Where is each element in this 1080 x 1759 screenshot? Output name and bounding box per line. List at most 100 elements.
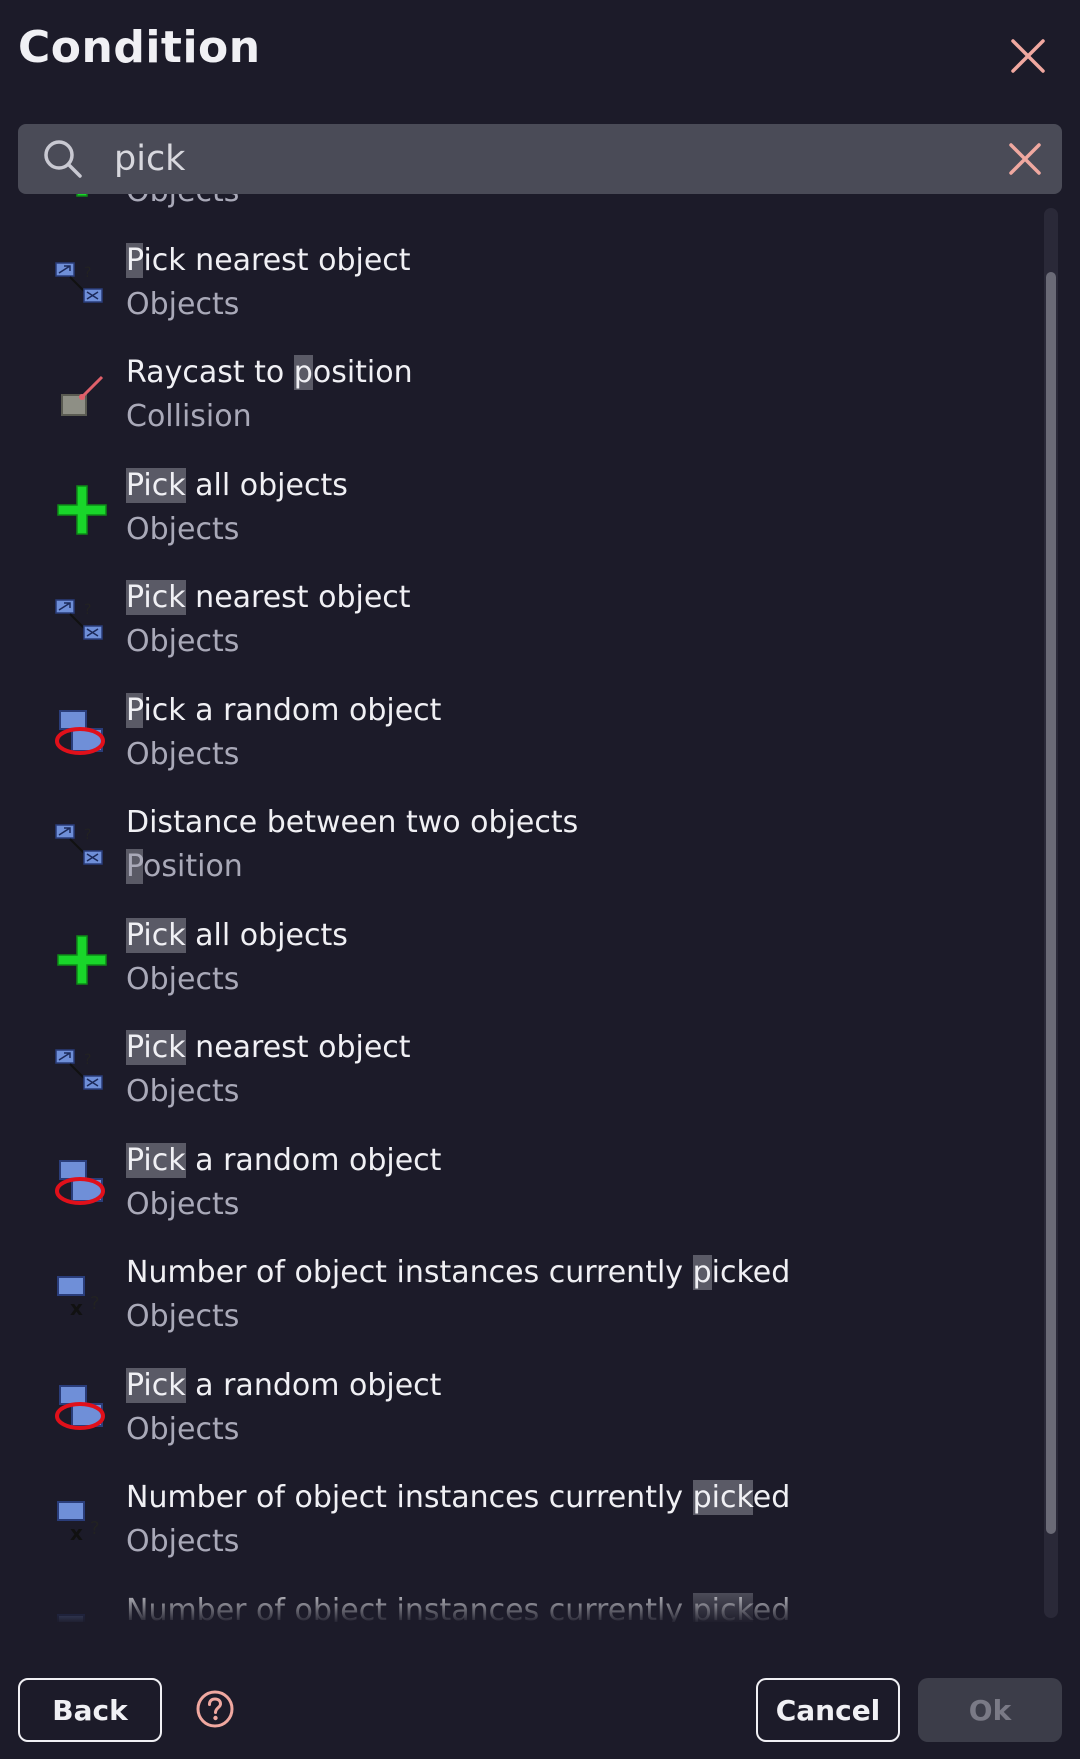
title-text: ick nearest object <box>143 242 411 278</box>
close-button[interactable] <box>1002 30 1054 82</box>
condition-item-title: Number of object instances currently pic… <box>126 1592 791 1623</box>
close-icon <box>1011 39 1045 73</box>
title-text: all objects <box>185 467 348 503</box>
condition-item[interactable]: x? Number of object instances currently p… <box>0 1575 1040 1623</box>
match-highlight: P <box>126 242 144 278</box>
cancel-button[interactable]: Cancel <box>756 1678 900 1742</box>
condition-item-group: Collision <box>126 399 252 434</box>
svg-text:x: x <box>70 1521 83 1545</box>
svg-text:?: ? <box>90 1518 100 1539</box>
title-text: ed <box>752 1592 791 1623</box>
svg-text:?: ? <box>84 827 91 843</box>
condition-item-group: Objects <box>126 287 239 322</box>
green-plus-icon <box>50 478 114 542</box>
condition-item[interactable]: Pick all objects Objects <box>0 900 1040 1013</box>
condition-item-title: Number of object instances currently pic… <box>126 1255 790 1290</box>
ok-button[interactable]: Ok <box>918 1678 1062 1742</box>
svg-text:?: ? <box>84 602 91 618</box>
group-text: Objects <box>126 1074 240 1109</box>
group-text: Objects <box>126 624 240 659</box>
group-text: Objects <box>126 286 240 322</box>
title-text: osition <box>312 355 413 390</box>
match-highlight: pick <box>692 1592 753 1622</box>
match-highlight: P <box>126 849 144 884</box>
condition-item-title: Pick a random object <box>126 1367 442 1403</box>
condition-item[interactable]: ? Pick nearest object Objects <box>0 562 1040 675</box>
results-list[interactable]: Objects? Pick nearest object Objects Raycas… <box>0 194 1080 1622</box>
condition-item-title: Pick nearest object <box>126 1030 411 1065</box>
match-highlight: Pick <box>126 1030 186 1065</box>
title-text: Distance between two objects <box>126 805 579 840</box>
condition-item-group: Objects <box>126 194 239 209</box>
condition-item[interactable]: Objects <box>0 194 1040 225</box>
condition-item[interactable]: Pick a random object Objects <box>0 1350 1040 1463</box>
condition-item[interactable]: Pick a random object Objects <box>0 675 1040 788</box>
condition-item[interactable]: Pick all objects Objects <box>0 450 1040 563</box>
nearest-object-icon: ? <box>50 253 114 317</box>
search-icon <box>44 140 82 178</box>
condition-item[interactable]: ? Pick nearest object Objects <box>0 225 1040 338</box>
random-object-icon <box>50 1378 114 1442</box>
condition-item-title: Pick nearest object <box>126 242 411 278</box>
green-plus-icon <box>50 194 114 204</box>
help-icon[interactable] <box>194 1688 236 1730</box>
title-text: all objects <box>185 917 348 953</box>
title-text: Number of object instances currently <box>126 1480 693 1515</box>
condition-item[interactable]: Raycast to position Collision <box>0 337 1040 450</box>
condition-item[interactable]: ? Distance between two objects Position <box>0 787 1040 900</box>
match-highlight: p <box>692 1255 712 1290</box>
title-text: Number of object instances currently <box>126 1255 693 1290</box>
dialog-footer: Back Cancel Ok <box>0 1622 1080 1759</box>
svg-text:?: ? <box>90 1293 100 1314</box>
condition-item-group: Objects <box>126 1524 239 1559</box>
match-highlight: Pick <box>126 917 186 953</box>
instance-count-icon: x? <box>50 1490 114 1554</box>
results-list-content: Objects? Pick nearest object Objects Raycas… <box>0 194 1040 1622</box>
group-text: osition <box>143 849 243 884</box>
title-text: a random object <box>185 1142 442 1178</box>
condition-item[interactable]: Pick a random object Objects <box>0 1125 1040 1238</box>
group-text: Objects <box>126 1186 240 1222</box>
condition-item-title: Pick a random object <box>126 692 442 728</box>
condition-item-group: Objects <box>126 737 239 772</box>
condition-item-group: Objects <box>126 1187 239 1222</box>
condition-item-group: Objects <box>126 624 239 659</box>
green-plus-icon <box>50 928 114 992</box>
instance-count-icon: x? <box>50 1265 114 1329</box>
nearest-object-icon: ? <box>50 590 114 654</box>
title-text: ick a random object <box>143 692 442 728</box>
title-text: nearest object <box>185 1030 411 1065</box>
match-highlight: P <box>126 692 144 728</box>
condition-item-group: Objects <box>126 512 239 547</box>
condition-item-title: Pick all objects <box>126 917 348 953</box>
group-text: Objects <box>126 511 240 547</box>
svg-text:?: ? <box>84 265 91 281</box>
search-bar <box>18 124 1062 194</box>
condition-item-title: Distance between two objects <box>126 805 578 840</box>
random-object-icon <box>50 1153 114 1217</box>
group-text: Collision <box>126 399 252 434</box>
title-text: a random object <box>185 1367 442 1403</box>
condition-item[interactable]: x? Number of object instances currently p… <box>0 1237 1040 1350</box>
match-highlight: p <box>293 355 313 390</box>
search-clear-button[interactable] <box>1000 134 1050 184</box>
group-text: Objects <box>126 961 240 997</box>
group-text: Objects <box>126 1299 240 1334</box>
condition-item-title: Number of object instances currently pic… <box>126 1480 790 1515</box>
title-text: nearest object <box>185 580 411 615</box>
back-button[interactable]: Back <box>18 1678 162 1742</box>
condition-item[interactable]: x? Number of object instances currently p… <box>0 1462 1040 1575</box>
condition-item-group: Objects <box>126 962 239 997</box>
title-text: Number of object instances currently <box>126 1592 693 1623</box>
scrollbar-thumb[interactable] <box>1046 272 1056 1534</box>
title-text: icked <box>711 1255 791 1290</box>
title-text: Raycast to <box>126 355 294 390</box>
group-text: Objects <box>126 194 239 209</box>
match-highlight: Pick <box>126 1367 186 1403</box>
condition-item-title: Pick a random object <box>126 1142 442 1178</box>
condition-item-title: Pick all objects <box>126 467 348 503</box>
nearest-object-icon: ? <box>50 1040 114 1104</box>
condition-item[interactable]: ? Pick nearest object Objects <box>0 1012 1040 1125</box>
svg-text:x: x <box>70 1296 83 1320</box>
search-input[interactable] <box>114 132 994 186</box>
